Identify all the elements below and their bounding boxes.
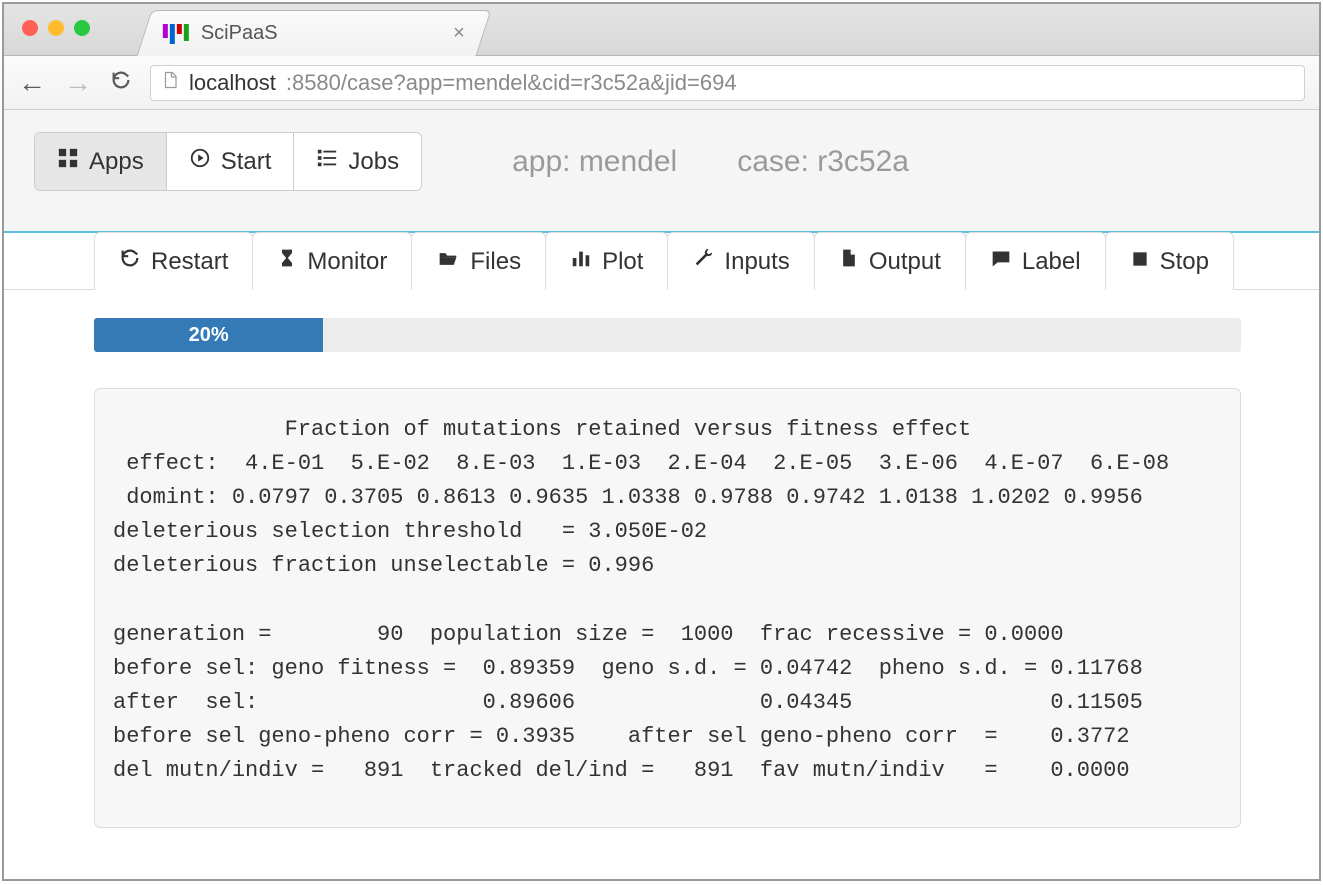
tab-stop[interactable]: Stop <box>1105 232 1234 290</box>
tab-plot[interactable]: Plot <box>545 232 668 290</box>
jobs-button[interactable]: Jobs <box>294 133 421 190</box>
apps-button-label: Apps <box>89 148 144 176</box>
header-case-label: case: r3c52a <box>737 145 909 179</box>
header-button-group: Apps Start Jobs <box>34 132 422 191</box>
header-info: app: mendel case: r3c52a <box>512 145 909 179</box>
file-icon <box>839 247 859 276</box>
tab-label[interactable]: Label <box>965 232 1106 290</box>
window-zoom-icon[interactable] <box>74 20 90 36</box>
tab-close-icon[interactable]: × <box>453 22 465 45</box>
play-circle-icon <box>189 147 211 176</box>
browser-toolbar: ← → localhost :8580/case?app=mendel&cid=r… <box>4 56 1319 110</box>
progress-bar-fill: 20% <box>94 318 323 352</box>
window-controls <box>22 20 90 36</box>
start-button[interactable]: Start <box>167 133 295 190</box>
stop-icon <box>1130 248 1150 276</box>
bar-chart-icon <box>570 247 592 276</box>
comment-icon <box>990 248 1012 276</box>
case-tabs: Restart Monitor Files Plot Inputs <box>4 232 1319 290</box>
page-icon <box>161 69 179 97</box>
tab-monitor-label: Monitor <box>307 248 387 276</box>
tab-files[interactable]: Files <box>411 232 546 290</box>
tab-plot-label: Plot <box>602 248 643 276</box>
start-button-label: Start <box>221 148 272 176</box>
url-host: localhost <box>189 70 276 96</box>
favicon-icon <box>163 24 189 44</box>
forward-icon[interactable]: → <box>64 69 92 97</box>
output-panel: Fraction of mutations retained versus fi… <box>94 388 1241 828</box>
content-area: 20% Fraction of mutations retained versu… <box>4 290 1319 828</box>
back-icon[interactable]: ← <box>18 69 46 97</box>
jobs-button-label: Jobs <box>348 148 399 176</box>
progress-label: 20% <box>189 324 229 347</box>
folder-open-icon <box>436 248 460 276</box>
tab-inputs[interactable]: Inputs <box>667 232 814 290</box>
tab-label-label: Label <box>1022 248 1081 276</box>
tab-output-label: Output <box>869 248 941 276</box>
wrench-icon <box>692 247 714 276</box>
tab-restart[interactable]: Restart <box>94 232 253 290</box>
progress-bar: 20% <box>94 318 1241 352</box>
hourglass-icon <box>277 247 297 276</box>
tab-files-label: Files <box>470 248 521 276</box>
window-close-icon[interactable] <box>22 20 38 36</box>
tab-stop-label: Stop <box>1160 248 1209 276</box>
window-minimize-icon[interactable] <box>48 20 64 36</box>
reload-icon[interactable] <box>110 69 132 96</box>
tab-inputs-label: Inputs <box>724 248 789 276</box>
url-path: :8580/case?app=mendel&cid=r3c52a&jid=694 <box>286 70 737 96</box>
browser-tab-title: SciPaaS <box>201 22 278 45</box>
app-header: Apps Start Jobs app: mendel case: r3c52a <box>4 110 1319 233</box>
tab-monitor[interactable]: Monitor <box>252 232 412 290</box>
address-bar[interactable]: localhost :8580/case?app=mendel&cid=r3c52… <box>150 65 1305 101</box>
tab-restart-label: Restart <box>151 248 228 276</box>
grid-icon <box>57 147 79 176</box>
restart-icon <box>119 247 141 276</box>
browser-tab[interactable]: SciPaaS × <box>137 10 492 56</box>
apps-button[interactable]: Apps <box>35 133 167 190</box>
tasks-icon <box>316 147 338 176</box>
header-app-label: app: mendel <box>512 145 677 179</box>
browser-tab-strip: SciPaaS × <box>4 4 1319 56</box>
tab-output[interactable]: Output <box>814 232 966 290</box>
